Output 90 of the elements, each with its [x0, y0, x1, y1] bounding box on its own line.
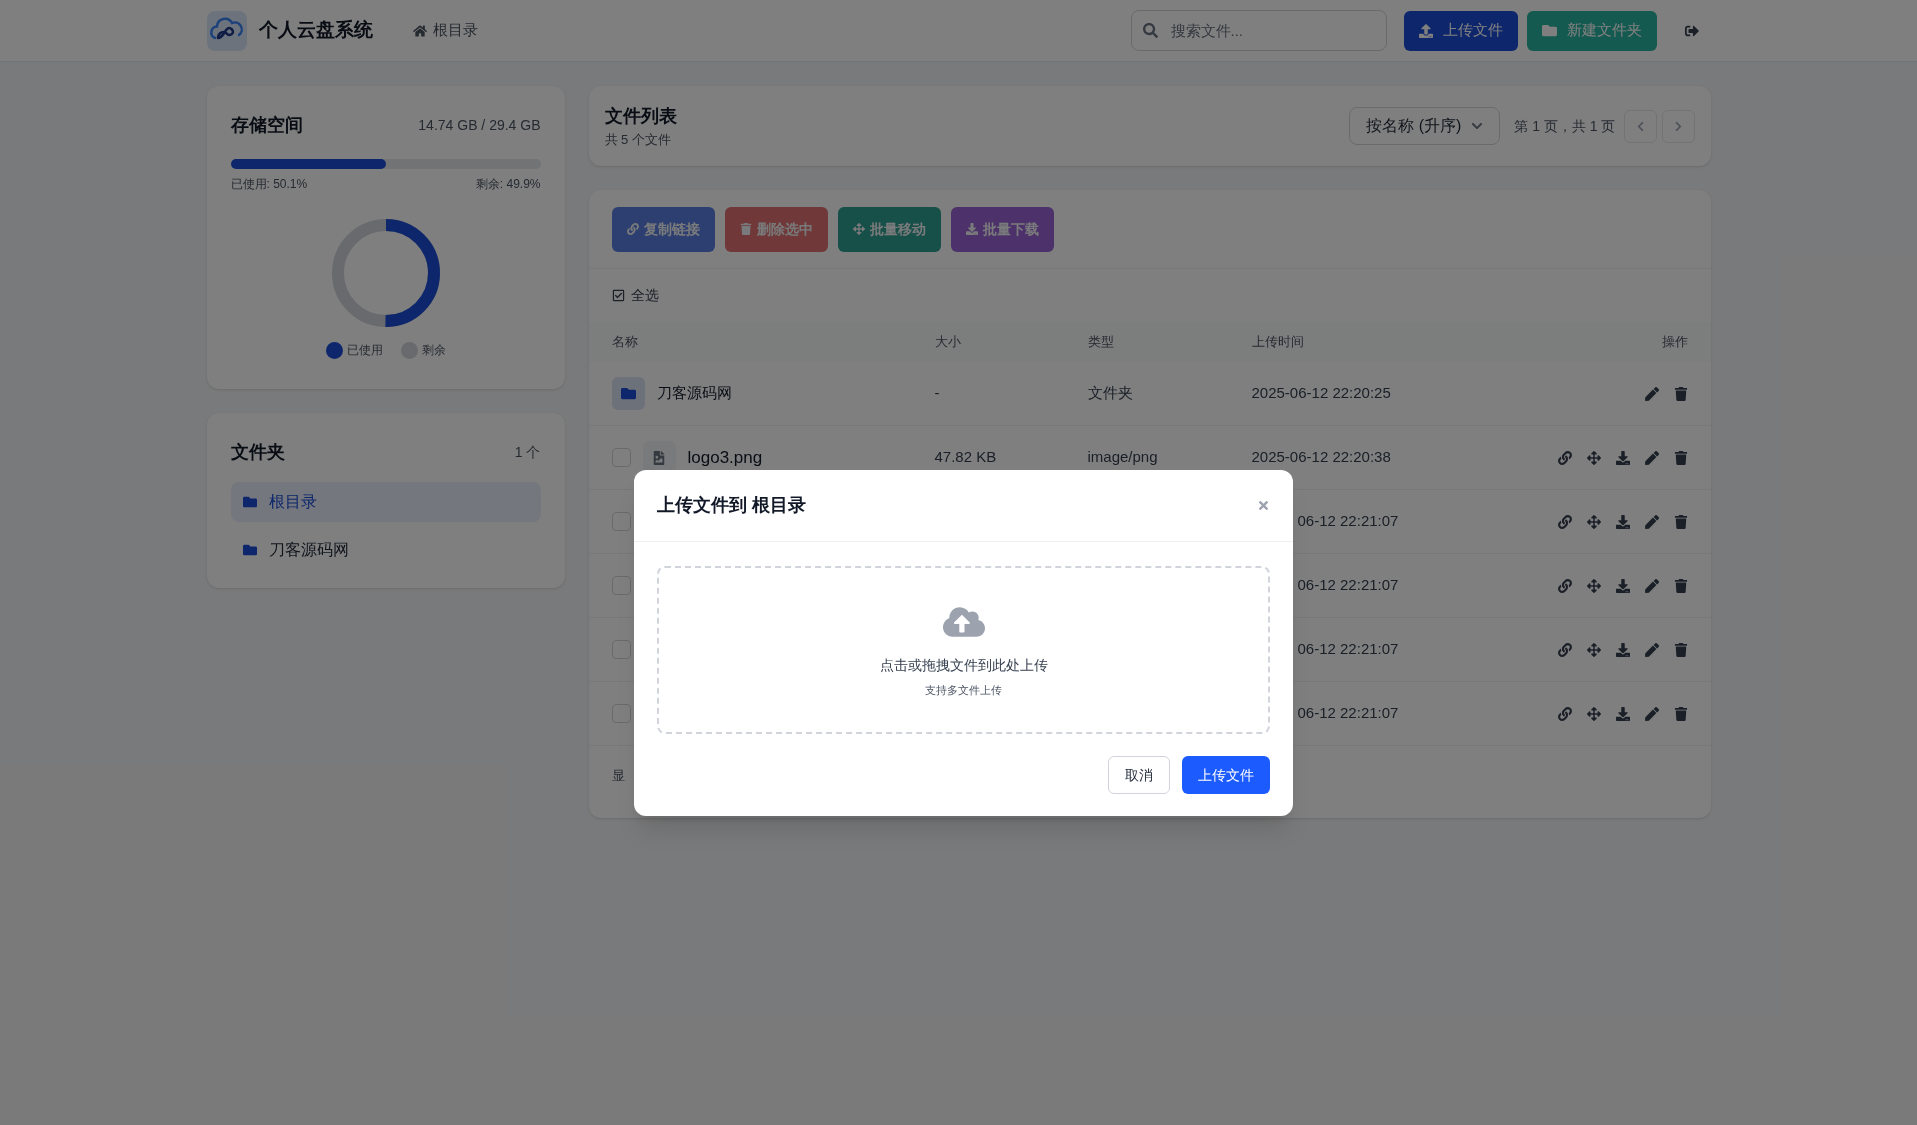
column-header: 上传时间 — [1251, 333, 1305, 352]
page-info: 第 1 页，共 1 页 — [1514, 116, 1616, 136]
trash-icon[interactable] — [1673, 450, 1688, 465]
upload-time: 2025-06-12 22:20:25 — [1251, 383, 1392, 404]
close-icon[interactable] — [1257, 499, 1270, 512]
folder-item[interactable]: 根目录 — [230, 482, 541, 522]
download-icon[interactable] — [1615, 578, 1630, 593]
drop-zone[interactable]: 点击或拖拽文件到此处上传 支持多文件上传 — [657, 566, 1270, 734]
upload-icon — [1418, 23, 1433, 38]
row-checkbox[interactable] — [611, 640, 631, 659]
file-name[interactable]: logo3.png — [687, 444, 763, 471]
drop-hint: 支持多文件上传 — [925, 683, 1002, 699]
move-icon[interactable] — [1586, 514, 1601, 529]
file-count: 共 5 个文件 — [604, 130, 672, 149]
folder-icon — [242, 543, 257, 557]
column-header: 操作 — [1661, 333, 1688, 352]
download-icon[interactable] — [1615, 706, 1630, 721]
upload-button[interactable]: 上传文件 — [1182, 756, 1270, 794]
logout-icon[interactable] — [1684, 23, 1699, 38]
move-icon[interactable] — [1586, 578, 1601, 593]
select-all-toggle[interactable]: 全选 — [611, 285, 659, 306]
home-icon — [412, 23, 427, 38]
search-field[interactable]: 搜索文件... — [1130, 10, 1387, 51]
file-type: image/png — [1087, 447, 1159, 468]
link-icon[interactable] — [1557, 642, 1572, 657]
column-header: 大小 — [934, 333, 962, 352]
row-checkbox[interactable] — [611, 704, 631, 723]
link-icon[interactable] — [1557, 578, 1572, 593]
download-icon[interactable] — [1615, 642, 1630, 657]
upload-time: 06-12 22:21:07 — [1296, 575, 1400, 596]
edit-icon[interactable] — [1644, 450, 1659, 465]
storage-usage: 14.74 GB / 29.4 GB — [418, 116, 541, 135]
checkbox-icon — [611, 289, 625, 302]
link-icon — [626, 223, 639, 235]
edit-icon[interactable] — [1644, 706, 1659, 721]
trash-icon[interactable] — [1673, 706, 1688, 721]
card-title: 存储空间 — [230, 114, 303, 137]
trash-icon[interactable] — [1673, 386, 1688, 401]
upload-time: 2025-06-12 22:20:38 — [1251, 447, 1392, 468]
link-icon[interactable] — [1557, 450, 1572, 465]
trash-icon[interactable] — [1673, 578, 1688, 593]
upload-time: 06-12 22:21:07 — [1296, 639, 1400, 660]
dialog-title: 上传文件到 根目录 — [657, 494, 806, 517]
trash-icon[interactable] — [1673, 642, 1688, 657]
chevron-down-icon — [1471, 120, 1484, 132]
cloud-logo-icon — [206, 10, 247, 51]
download-icon[interactable] — [1615, 450, 1630, 465]
folder-icon — [1541, 23, 1557, 38]
row-checkbox[interactable] — [611, 576, 631, 595]
footer-text: 显 — [611, 767, 625, 786]
column-header: 类型 — [1087, 333, 1115, 352]
upload-button[interactable]: 上传文件 — [1403, 10, 1518, 51]
edit-icon[interactable] — [1644, 514, 1659, 529]
legend-label: 剩余 — [421, 342, 446, 359]
used-percent: 已使用: 50.1% — [230, 176, 308, 193]
home-link[interactable]: 根目录 — [412, 19, 478, 42]
move-icon — [852, 223, 865, 235]
upload-time: 06-12 22:21:07 — [1296, 511, 1400, 532]
search-icon — [1142, 23, 1158, 38]
legend-label: 已使用 — [346, 342, 383, 359]
link-icon[interactable] — [1557, 514, 1572, 529]
folder-item[interactable]: 刀客源码网 — [230, 530, 541, 570]
folder-count: 1 个 — [514, 443, 541, 462]
file-size: 47.82 KB — [934, 447, 998, 468]
edit-icon[interactable] — [1644, 386, 1659, 401]
move-icon[interactable] — [1586, 642, 1601, 657]
drop-text: 点击或拖拽文件到此处上传 — [879, 656, 1048, 676]
app-title: 个人云盘系统 — [258, 18, 373, 43]
file-type: 文件夹 — [1087, 383, 1134, 404]
upload-time: 06-12 22:21:07 — [1296, 703, 1400, 724]
file-name[interactable]: 刀客源码网 — [656, 382, 732, 405]
edit-icon[interactable] — [1644, 642, 1659, 657]
card-title: 文件夹 — [230, 441, 285, 464]
free-percent: 剩余: 49.9% — [475, 176, 541, 193]
sort-select[interactable]: 按名称 (升序) — [1349, 107, 1501, 145]
file-list-title: 文件列表 — [604, 104, 677, 128]
column-header: 名称 — [611, 333, 639, 352]
link-icon[interactable] — [1557, 706, 1572, 721]
download-icon[interactable] — [1615, 514, 1630, 529]
folder-icon — [242, 495, 257, 509]
folder-icon — [611, 377, 645, 410]
trash-icon — [739, 223, 752, 235]
row-checkbox[interactable] — [611, 512, 631, 531]
cancel-button[interactable]: 取消 — [1108, 756, 1170, 794]
file-size: - — [934, 383, 941, 404]
download-icon — [965, 223, 978, 235]
move-icon[interactable] — [1586, 706, 1601, 721]
move-icon[interactable] — [1586, 450, 1601, 465]
trash-icon[interactable] — [1673, 514, 1688, 529]
edit-icon[interactable] — [1644, 578, 1659, 593]
